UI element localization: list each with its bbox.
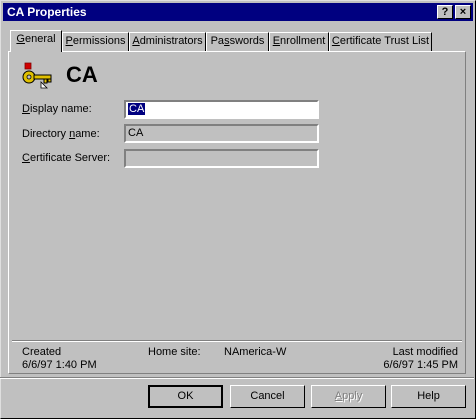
title-bar[interactable]: CA Properties ? × xyxy=(3,3,473,21)
last-modified-value: 6/6/97 1:45 PM xyxy=(383,359,458,371)
tab-general[interactable]: General xyxy=(10,30,62,52)
directory-name-value: CA xyxy=(128,127,144,139)
help-button[interactable]: Help xyxy=(391,385,466,408)
tab-permissions[interactable]: Permissions xyxy=(62,32,129,51)
ok-button[interactable]: OK xyxy=(148,385,223,408)
ca-name-heading: CA xyxy=(66,62,98,87)
close-button[interactable]: × xyxy=(455,5,471,19)
home-site-value: NAmerica-W xyxy=(224,346,287,358)
home-site-label: Home site: xyxy=(148,346,201,358)
close-icon: × xyxy=(459,6,467,18)
created-value: 6/6/97 1:40 PM xyxy=(22,359,97,371)
cancel-button[interactable]: Cancel xyxy=(230,385,305,408)
display-name-value: CA xyxy=(128,103,146,115)
display-name-label: Display name: xyxy=(22,103,92,115)
display-name-field[interactable]: CA xyxy=(124,100,319,119)
apply-button[interactable]: Apply xyxy=(311,385,386,408)
tab-passwords[interactable]: Passwords xyxy=(206,32,269,51)
button-divider xyxy=(0,377,474,379)
certificate-server-field[interactable] xyxy=(124,149,319,168)
question-icon: ? xyxy=(441,6,449,18)
certificate-server-label: Certificate Server: xyxy=(22,152,111,164)
key-certificate-icon xyxy=(22,62,52,89)
window-title: CA Properties xyxy=(7,5,87,19)
info-divider xyxy=(12,340,462,342)
last-modified-label: Last modified xyxy=(392,346,458,358)
directory-name-field[interactable]: CA xyxy=(124,124,319,143)
tab-enrollment[interactable]: Enrollment xyxy=(269,32,329,51)
created-label: Created xyxy=(22,346,62,358)
help-title-button[interactable]: ? xyxy=(437,5,453,19)
directory-name-label: Directory name: xyxy=(22,128,100,140)
tab-certificate-trust-list[interactable]: Certificate Trust List xyxy=(329,32,432,51)
created-info: Created 6/6/97 1:40 PM xyxy=(22,346,97,372)
tab-administrators[interactable]: Administrators xyxy=(129,32,206,51)
last-modified-info: Last modified 6/6/97 1:45 PM xyxy=(383,346,458,372)
